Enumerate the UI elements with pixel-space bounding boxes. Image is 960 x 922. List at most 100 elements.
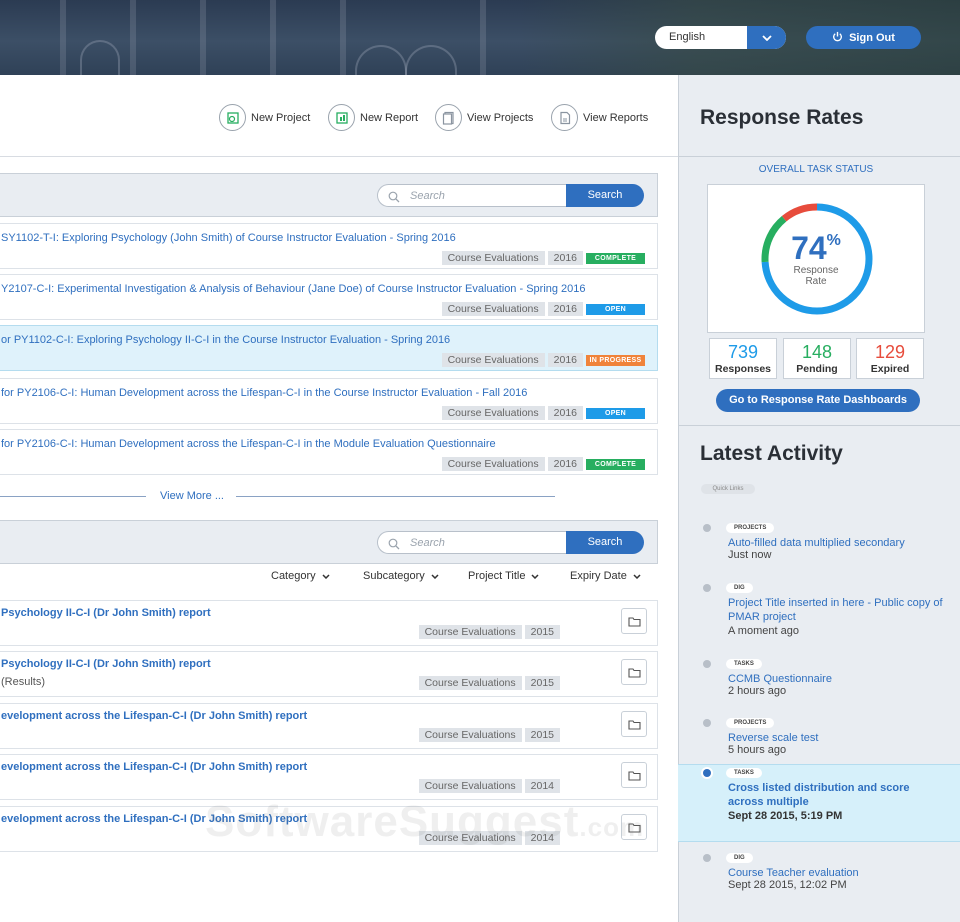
year-tag: 2016 [547,353,583,367]
report-title[interactable]: Psychology II-C-I (Dr John Smith) report [1,607,211,619]
report-card[interactable]: Psychology II-C-I (Dr John Smith) report… [0,600,658,646]
view-reports-icon [551,104,578,131]
report-card[interactable]: Psychology II-C-I (Dr John Smith) report… [0,651,658,697]
report-card[interactable]: evelopment across the Lifespan-C-I (Dr J… [0,703,658,749]
divider [236,496,555,497]
status-badge: OPEN [586,407,645,419]
activity-time: Just now [728,549,772,561]
language-select[interactable]: English [655,26,786,49]
search-placeholder: Search [410,190,445,202]
activity-text[interactable]: Reverse scale test [728,731,948,745]
report-search-button[interactable]: Search [566,531,644,554]
view-reports-button[interactable]: View Reports [551,104,648,131]
activity-tag: PROJECTS [726,718,775,728]
quick-links-button[interactable]: Quick Links [701,484,755,494]
chevron-down-icon[interactable] [747,26,786,49]
folder-icon[interactable] [621,659,647,685]
category-tag: Course Evaluations [441,251,545,265]
project-search-input[interactable]: Search [377,184,567,207]
status-badge: COMPLETE [586,458,645,470]
project-title[interactable]: for PY2106-C-I: Human Development across… [1,438,496,450]
response-rate-dashboard-button[interactable]: Go to Response Rate Dashboards [716,389,920,412]
activity-time: Sept 28 2015, 5:19 PM [728,810,843,822]
activity-item[interactable]: TASKS Cross listed distribution and score… [678,764,960,842]
view-projects-label: View Projects [467,111,534,124]
banner-arch [405,45,457,75]
project-title[interactable]: SY1102-T-I: Exploring Psychology (John S… [1,232,456,244]
activity-item[interactable]: DIG Project Title inserted in here - Publ… [678,580,960,648]
sort-expiry-date[interactable]: Expiry Date [570,570,641,582]
activity-text[interactable]: CCMB Questionnaire [728,672,948,686]
project-card[interactable]: for PY2106-C-I: Human Development across… [0,378,658,424]
new-project-icon [219,104,246,131]
new-project-button[interactable]: New Project [219,104,310,131]
pending-count: 148 [801,342,833,362]
report-card[interactable]: evelopment across the Lifespan-C-I (Dr J… [0,754,658,800]
activity-dot-icon [703,524,711,532]
activity-dot-icon [703,854,711,862]
new-report-icon [328,104,355,131]
report-tags: Course Evaluations 2014 [418,779,560,793]
project-card[interactable]: SY1102-T-I: Exploring Psychology (John S… [0,223,658,269]
pending-stat: 148 Pending [783,338,851,379]
status-badge: IN PROGRESS [586,354,645,366]
folder-icon[interactable] [621,711,647,737]
activity-tag: TASKS [726,768,762,778]
activity-dot-icon [703,769,711,777]
project-title[interactable]: or PY1102-C-I: Exploring Psychology II-C… [1,334,450,346]
activity-text[interactable]: Project Title inserted in here - Public … [728,596,948,624]
divider [678,156,960,157]
view-projects-icon [435,104,462,131]
report-search-input[interactable]: Search [377,531,567,554]
folder-icon[interactable] [621,608,647,634]
pending-label: Pending [796,363,838,375]
sort-project-title[interactable]: Project Title [468,570,539,582]
project-title[interactable]: Y2107-C-I: Experimental Investigation & … [1,283,586,295]
activity-tag: TASKS [726,659,762,669]
activity-time: Sept 28 2015, 12:02 PM [728,879,847,891]
project-tags: Course Evaluations 2016 COMPLETE [441,457,645,471]
activity-item[interactable]: PROJECTS Auto-filled data multiplied seco… [678,520,960,570]
folder-icon[interactable] [621,762,647,788]
status-badge: OPEN [586,303,645,315]
language-value: English [669,31,706,43]
view-more-link[interactable]: View More ... [160,490,224,502]
year-tag: 2015 [524,625,560,639]
watermark-text: SoftwareSuggest [205,797,580,846]
banner-column [480,0,486,75]
new-report-button[interactable]: New Report [328,104,418,131]
responses-count: 739 [727,342,759,362]
report-title[interactable]: Psychology II-C-I (Dr John Smith) report [1,658,211,670]
activity-time: 2 hours ago [728,685,787,697]
project-title[interactable]: for PY2106-C-I: Human Development across… [1,387,527,399]
percent-sign: % [826,232,841,249]
project-card[interactable]: for PY2106-C-I: Human Development across… [0,429,658,475]
report-title[interactable]: evelopment across the Lifespan-C-I (Dr J… [1,761,307,773]
sort-subcategory-label: Subcategory [363,570,425,582]
activity-item[interactable]: TASKS CCMB Questionnaire 2 hours ago [678,656,960,706]
project-card[interactable]: Y2107-C-I: Experimental Investigation & … [0,274,658,320]
activity-item[interactable]: PROJECTS Reverse scale test 5 hours ago [678,715,960,765]
activity-text[interactable]: Course Teacher evaluation [728,866,948,880]
view-projects-button[interactable]: View Projects [435,104,533,131]
report-title[interactable]: evelopment across the Lifespan-C-I (Dr J… [1,710,307,722]
sort-subcategory[interactable]: Subcategory [363,570,439,582]
search-icon [388,537,400,555]
project-search-button[interactable]: Search [566,184,644,207]
project-tags: Course Evaluations 2016 OPEN [441,406,645,420]
activity-time: 5 hours ago [728,744,787,756]
activity-item[interactable]: DIG Course Teacher evaluation Sept 28 2015… [678,850,960,900]
watermark: SoftwareSuggest.com [205,797,644,847]
activity-text[interactable]: Cross listed distribution and score acro… [728,781,948,809]
expired-label: Expired [870,363,910,375]
watermark-suffix: .com [579,812,645,842]
sort-project-title-label: Project Title [468,570,526,582]
sort-category[interactable]: Category [271,570,330,582]
activity-text[interactable]: Auto-filled data multiplied secondary [728,536,948,550]
response-rates-title: Response Rates [700,106,864,129]
activity-time: A moment ago [728,625,799,637]
activity-tag: DIG [726,853,753,863]
category-tag: Course Evaluations [441,406,545,420]
sign-out-button[interactable]: Sign Out [806,26,921,49]
project-card[interactable]: or PY1102-C-I: Exploring Psychology II-C… [0,325,658,371]
